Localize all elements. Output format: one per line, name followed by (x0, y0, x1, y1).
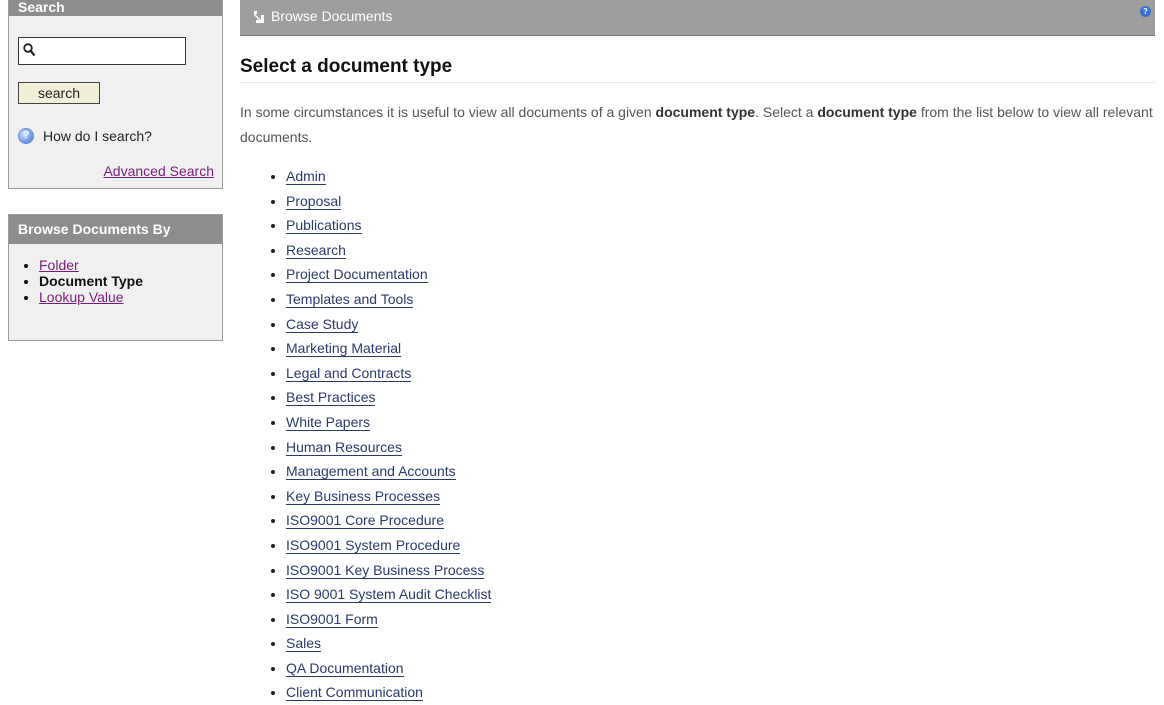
document-type-link[interactable]: ISO9001 Core Procedure (286, 512, 444, 530)
page-title: Select a document type (240, 56, 1155, 83)
browse-by-lookup-value-link[interactable]: Lookup Value (39, 289, 124, 305)
browse-by-document-type-current: Document Type (39, 273, 143, 289)
search-icon (23, 43, 36, 57)
list-item: Best Practices (286, 385, 491, 410)
document-type-link[interactable]: Management and Accounts (286, 463, 456, 481)
browse-by-item-lookup-value: Lookup Value (39, 289, 222, 305)
list-item: Project Documentation (286, 262, 491, 287)
list-item: QA Documentation (286, 656, 491, 681)
section-header-title: Browse Documents (271, 8, 393, 24)
document-type-list: Admin Proposal Publications Research Project… (240, 164, 492, 705)
document-type-link[interactable]: Best Practices (286, 389, 376, 407)
browse-by-item-folder: Folder (39, 257, 222, 273)
help-icon: ? (18, 128, 34, 144)
document-type-link[interactable]: Proposal (286, 192, 342, 210)
list-item: Templates and Tools (286, 287, 491, 312)
document-type-link[interactable]: Sales (286, 635, 322, 653)
search-help-label: How do I search? (43, 128, 152, 144)
arrow-down-right-icon (254, 11, 264, 23)
document-type-link[interactable]: Publications (286, 217, 362, 235)
search-panel-heading: Search (9, 0, 222, 16)
document-type-link[interactable]: ISO9001 Key Business Process (286, 561, 485, 579)
document-type-link[interactable]: Key Business Processes (286, 487, 441, 505)
list-item: Admin (286, 164, 491, 189)
list-item: Proposal (286, 189, 491, 214)
document-type-link[interactable]: QA Documentation (286, 659, 404, 677)
intro-text-part: . Select a (755, 104, 818, 120)
browse-by-panel: Browse Documents By Folder Document Type… (8, 214, 223, 341)
document-type-link[interactable]: Legal and Contracts (286, 364, 412, 382)
list-item: ISO 9001 System Audit Checklist (286, 582, 492, 607)
list-item: ISO9001 System Procedure (286, 533, 491, 558)
list-item: Legal and Contracts (286, 361, 491, 386)
list-item: Marketing Material (286, 336, 491, 361)
document-type-link[interactable]: Marketing Material (286, 340, 402, 358)
search-help-link[interactable]: ? How do I search? (18, 128, 152, 144)
document-type-link[interactable]: ISO 9001 System Audit Checklist (286, 586, 492, 604)
search-button[interactable]: search (18, 82, 100, 104)
document-type-link[interactable]: Admin (286, 168, 326, 185)
list-item: Key Business Processes (286, 484, 491, 509)
list-item: Management and Accounts (286, 459, 491, 484)
intro-text-bold: document type (655, 104, 756, 120)
question-icon[interactable]: ? (1140, 6, 1151, 17)
list-item: Sales (286, 631, 491, 656)
document-type-link[interactable]: Research (286, 241, 346, 259)
document-type-link[interactable]: Project Documentation (286, 266, 428, 284)
document-type-link[interactable]: White Papers (286, 413, 371, 431)
document-type-link[interactable]: ISO9001 Form (286, 610, 378, 628)
document-type-link[interactable]: ISO9001 System Procedure (286, 536, 461, 554)
search-panel: Search search ? How do I search? Advance… (8, 0, 223, 189)
list-item: Client Communication (286, 680, 491, 705)
search-input-wrapper[interactable] (18, 37, 186, 65)
advanced-search-link[interactable]: Advanced Search (103, 163, 214, 179)
document-type-link[interactable]: Human Resources (286, 438, 402, 456)
section-header-bar: Browse Documents ? (240, 0, 1155, 36)
list-item: White Papers (286, 410, 491, 435)
list-item: Human Resources (286, 435, 491, 460)
intro-text-part: In some circumstances it is useful to vi… (240, 104, 656, 120)
list-item: Publications (286, 213, 491, 238)
browse-by-list: Folder Document Type Lookup Value (9, 257, 222, 305)
list-item: ISO9001 Key Business Process (286, 558, 491, 583)
list-item: Case Study (286, 312, 491, 337)
list-item: Research (286, 238, 491, 263)
document-type-link[interactable]: Case Study (286, 315, 359, 333)
intro-text-bold: document type (817, 104, 917, 120)
search-input[interactable] (41, 40, 185, 62)
browse-by-item-document-type: Document Type (39, 273, 222, 289)
browse-by-heading: Browse Documents By (9, 215, 222, 244)
document-type-link[interactable]: Templates and Tools (286, 290, 414, 308)
list-item: ISO9001 Form (286, 607, 491, 632)
intro-text: In some circumstances it is useful to vi… (240, 100, 1155, 150)
list-item: ISO9001 Core Procedure (286, 508, 491, 533)
browse-by-folder-link[interactable]: Folder (39, 257, 79, 273)
document-type-link[interactable]: Client Communication (286, 684, 423, 702)
